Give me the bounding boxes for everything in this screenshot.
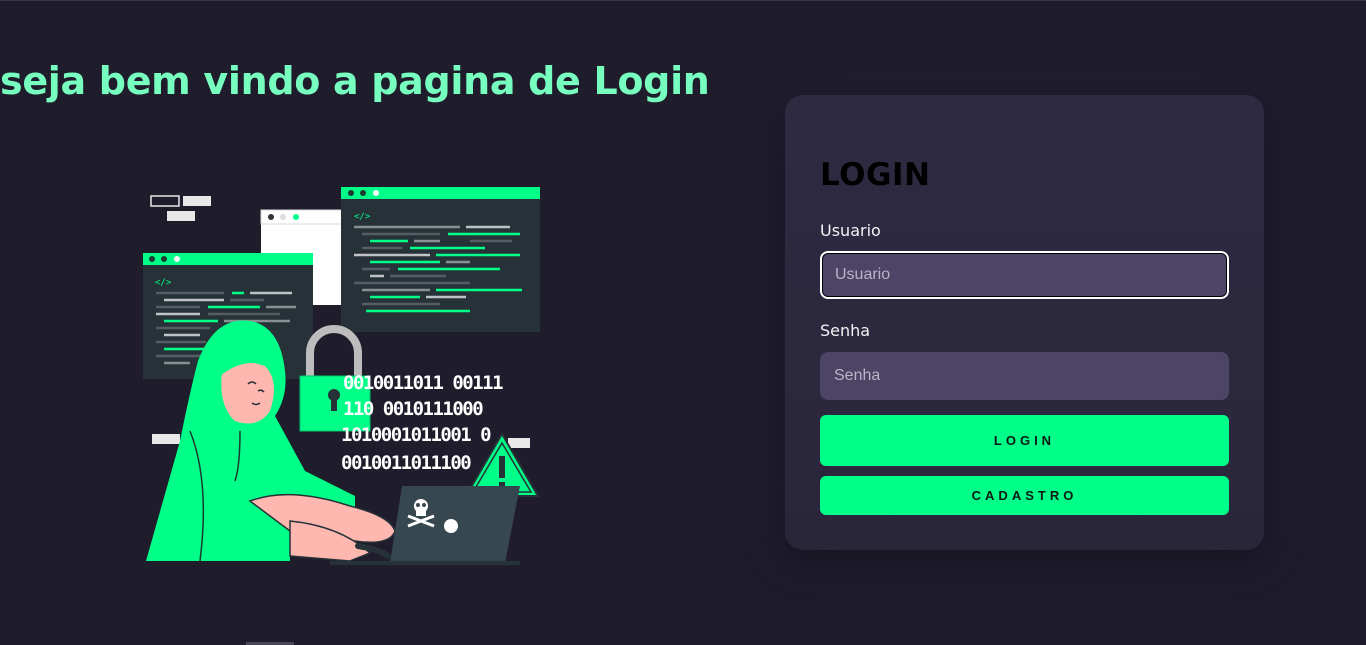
username-label: Usuario: [820, 221, 881, 240]
hacker-illustration: </> </> 0010011011 00111 110 0010111000 …: [143, 187, 540, 565]
username-input[interactable]: [820, 251, 1229, 299]
login-title: LOGIN: [820, 157, 931, 193]
password-label: Senha: [820, 321, 871, 340]
svg-text:</>: </>: [155, 278, 172, 288]
binary-line-2: 110 0010111000: [343, 398, 483, 420]
login-button[interactable]: LOGIN: [820, 415, 1229, 466]
svg-text:</>: </>: [354, 212, 371, 222]
binary-line-1: 0010011011 00111: [343, 372, 503, 394]
binary-line-3: 1010001011001 0: [341, 424, 491, 446]
login-card: LOGIN Usuario Senha LOGIN CADASTRO: [785, 95, 1264, 550]
login-page: seja bem vindo a pagina de Login </> </>…: [0, 0, 1366, 645]
register-button[interactable]: CADASTRO: [820, 476, 1229, 515]
welcome-heading: seja bem vindo a pagina de Login: [0, 59, 710, 103]
password-input[interactable]: [820, 352, 1229, 400]
binary-line-4: 0010011011100: [341, 452, 471, 474]
